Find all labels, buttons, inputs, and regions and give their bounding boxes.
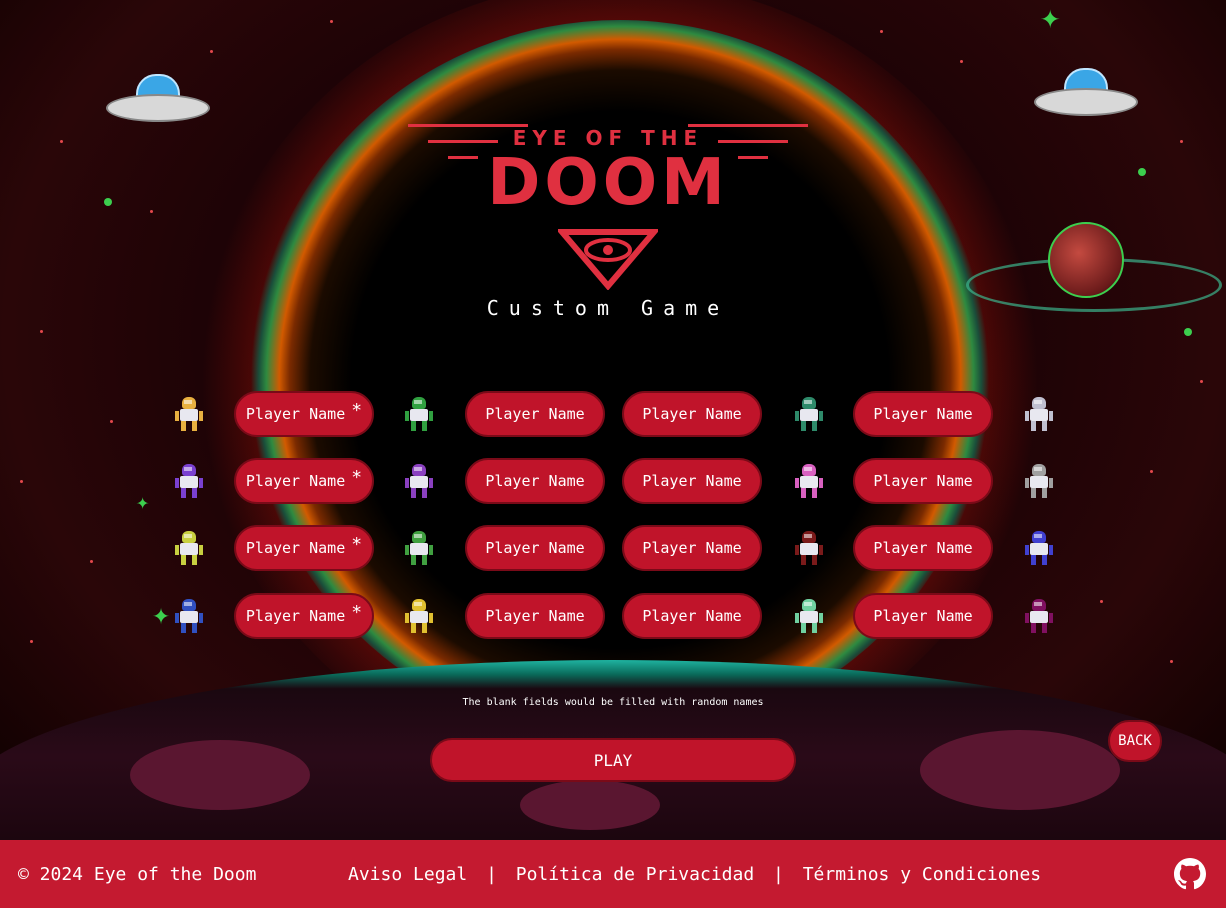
- player-row: Player Name * Player Name Player Name Player…: [0, 391, 1226, 439]
- player-name-input[interactable]: Player Name: [622, 458, 762, 504]
- player-name-placeholder: Player Name: [485, 539, 585, 557]
- player-name-input[interactable]: Player Name: [622, 391, 762, 437]
- back-button[interactable]: BACK: [1108, 720, 1162, 762]
- required-marker: *: [351, 533, 363, 555]
- green-sparkle-icon: ✦: [1040, 0, 1061, 37]
- player-name-placeholder: Player Name: [485, 405, 585, 423]
- player-name-input[interactable]: Player Name: [853, 458, 993, 504]
- ufo-icon: [1034, 66, 1138, 116]
- player-name-input[interactable]: Player Name: [465, 391, 605, 437]
- player-row: Player Name * Player Name Player Name Player…: [0, 525, 1226, 573]
- player-name-input[interactable]: Player Name *: [234, 458, 374, 504]
- astronaut-sprite-icon: [174, 531, 204, 567]
- astronaut-sprite-icon: [794, 397, 824, 433]
- footer: © 2024 Eye of the Doom Aviso Legal | Pol…: [0, 840, 1226, 908]
- player-name-placeholder: Player Name: [245, 607, 346, 625]
- footer-separator: |: [773, 864, 784, 885]
- player-name-input[interactable]: Player Name: [853, 391, 993, 437]
- privacy-policy-link[interactable]: Política de Privacidad: [516, 864, 754, 885]
- page-subtitle: Custom Game: [486, 296, 730, 320]
- planet-icon: [1048, 222, 1124, 298]
- required-marker: *: [351, 466, 363, 488]
- astronaut-sprite-icon: [174, 599, 204, 635]
- footer-separator: |: [486, 864, 497, 885]
- player-name-input[interactable]: Player Name *: [234, 525, 374, 571]
- player-name-placeholder: Player Name: [873, 607, 973, 625]
- player-name-placeholder: Player Name: [873, 405, 973, 423]
- play-button[interactable]: PLAY: [430, 738, 796, 782]
- astronaut-sprite-icon: [404, 397, 434, 433]
- astronaut-sprite-icon: [1024, 599, 1054, 635]
- required-marker: *: [351, 399, 363, 421]
- player-name-placeholder: Player Name: [642, 405, 742, 423]
- player-name-placeholder: Player Name: [873, 539, 973, 557]
- player-name-placeholder: Player Name: [245, 472, 346, 490]
- player-name-input[interactable]: Player Name: [853, 525, 993, 571]
- player-row: Player Name * Player Name Player Name Player…: [0, 593, 1226, 641]
- random-names-note: The blank fields would be filled with ra…: [462, 697, 764, 708]
- player-name-input[interactable]: Player Name *: [234, 593, 374, 639]
- player-name-input[interactable]: Player Name: [465, 458, 605, 504]
- player-name-input[interactable]: Player Name *: [234, 391, 374, 437]
- player-name-placeholder: Player Name: [642, 607, 742, 625]
- player-name-placeholder: Player Name: [642, 539, 742, 557]
- astronaut-sprite-icon: [1024, 397, 1054, 433]
- player-name-input[interactable]: Player Name: [853, 593, 993, 639]
- player-row: Player Name * Player Name Player Name Player…: [0, 458, 1226, 506]
- player-name-input[interactable]: Player Name: [622, 525, 762, 571]
- astronaut-sprite-icon: [1024, 464, 1054, 500]
- player-name-input[interactable]: Player Name: [465, 593, 605, 639]
- player-name-placeholder: Player Name: [485, 607, 585, 625]
- github-icon[interactable]: [1174, 858, 1206, 890]
- player-name-input[interactable]: Player Name: [622, 593, 762, 639]
- player-name-placeholder: Player Name: [245, 539, 346, 557]
- astronaut-sprite-icon: [404, 531, 434, 567]
- astronaut-sprite-icon: [404, 464, 434, 500]
- terms-link[interactable]: Términos y Condiciones: [803, 864, 1041, 885]
- astronaut-sprite-icon: [174, 397, 204, 433]
- footer-links: Aviso Legal | Política de Privacidad | T…: [344, 864, 1045, 885]
- astronaut-sprite-icon: [404, 599, 434, 635]
- astronaut-sprite-icon: [794, 599, 824, 635]
- ufo-icon: [106, 72, 210, 122]
- eye-triangle-icon: [558, 229, 658, 290]
- player-name-placeholder: Player Name: [642, 472, 742, 490]
- astronaut-sprite-icon: [794, 464, 824, 500]
- player-name-input[interactable]: Player Name: [465, 525, 605, 571]
- player-name-placeholder: Player Name: [873, 472, 973, 490]
- astronaut-sprite-icon: [794, 531, 824, 567]
- player-name-placeholder: Player Name: [485, 472, 585, 490]
- astronaut-sprite-icon: [1024, 531, 1054, 567]
- astronaut-sprite-icon: [174, 464, 204, 500]
- required-marker: *: [351, 601, 363, 623]
- footer-copyright: © 2024 Eye of the Doom: [18, 864, 257, 885]
- legal-notice-link[interactable]: Aviso Legal: [348, 864, 467, 885]
- player-name-placeholder: Player Name: [245, 405, 346, 423]
- logo-main-text: DOOM: [487, 146, 729, 220]
